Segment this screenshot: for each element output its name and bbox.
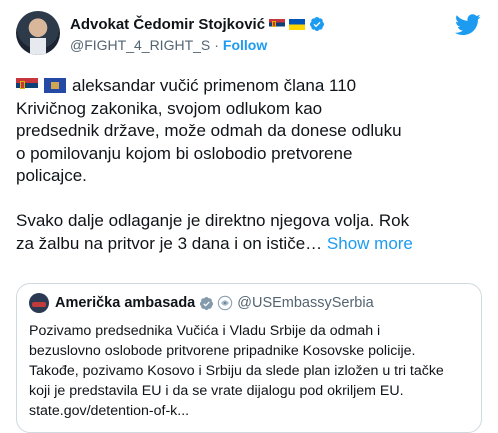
quoted-line: koji je predstavila EU i da se vrate dij… [29, 383, 404, 399]
us-emblem-icon [218, 295, 233, 311]
tweet-card[interactable]: Advokat Čedomir Stojković @FIGHT_4_RIGHT… [0, 0, 498, 433]
tweet-line: aleksandar vučić primenom člana 110 [16, 75, 486, 98]
quoted-line: bezuslovno oslobode pritvorene pripadnik… [29, 343, 416, 359]
avatar-shirt [30, 38, 46, 55]
serbia-flag-icon [269, 18, 286, 30]
kosovo-flag-icon [44, 78, 66, 93]
tweet-line-last: za žalbu na pritvor je 3 dana i on istič… [16, 233, 486, 256]
twitter-bird-icon[interactable] [455, 14, 481, 36]
show-more-link[interactable]: Show more [327, 234, 413, 253]
tweet-text: aleksandar vučić primenom člana 110 Kriv… [16, 75, 486, 255]
quoted-link[interactable]: state.gov/detention-of-k... [29, 401, 469, 421]
tweet-line-text: aleksandar vučić primenom člana 110 [72, 76, 357, 95]
tweet-line: Krivičnog zakonika, svojom odlukom kao [16, 98, 323, 118]
government-badge-icon [200, 296, 214, 310]
quoted-text: Pozivamo predsednika Vučića i Vladu Srbi… [29, 321, 469, 421]
tweet-line: Svako dalje odlaganje je direktno njegov… [16, 211, 410, 230]
separator-dot: · [214, 37, 219, 53]
verified-badge-icon [310, 17, 325, 31]
follow-button[interactable]: Follow [223, 37, 267, 53]
author-avatar[interactable] [16, 11, 60, 55]
tweet-line: policajce. [16, 166, 87, 185]
tweet-header: Advokat Čedomir Stojković @FIGHT_4_RIGHT… [70, 14, 325, 53]
tweet-line: o pomilovanju kojom bi oslobodio pretvor… [16, 143, 353, 163]
ukraine-flag-icon [289, 18, 306, 30]
author-name-row: Advokat Čedomir Stojković [70, 14, 325, 34]
author-name[interactable]: Advokat Čedomir Stojković [70, 16, 265, 33]
quoted-author-handle[interactable]: @USEmbassySerbia [237, 295, 373, 311]
tweet-line: predsednik države, može odmah da donese … [16, 121, 402, 140]
quoted-header: Američka ambasada @USEmbassySerbia [29, 293, 374, 313]
author-handle[interactable]: @FIGHT_4_RIGHT_S [70, 37, 210, 53]
quoted-line: Takođe, pozivamo Kosovo i Srbiju da sled… [29, 363, 444, 379]
tweet-line-text: za žalbu na pritvor je 3 dana i on istič… [16, 233, 323, 253]
author-handle-row: @FIGHT_4_RIGHT_S · Follow [70, 37, 325, 53]
quoted-tweet[interactable]: Američka ambasada @USEmbassySerbia Poziv… [16, 283, 482, 433]
serbia-flag-icon [16, 78, 38, 93]
quoted-line: Pozivamo predsednika Vučića i Vladu Srbi… [29, 323, 381, 339]
quoted-avatar[interactable] [29, 293, 49, 313]
quoted-author-name[interactable]: Američka ambasada [55, 295, 195, 311]
